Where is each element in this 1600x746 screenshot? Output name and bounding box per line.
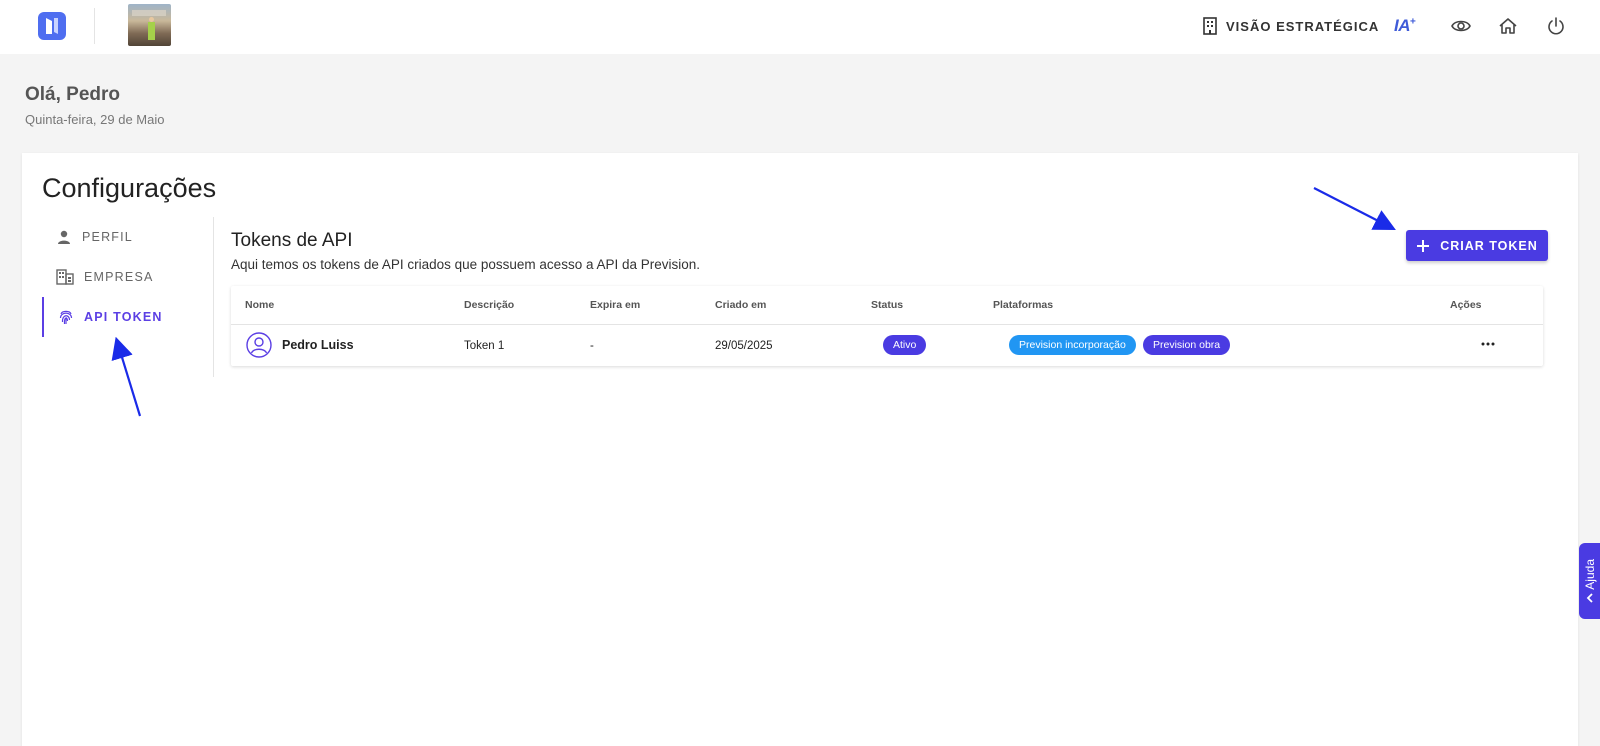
page-title: Configurações — [42, 173, 217, 203]
column-header-expira[interactable]: Expira em — [590, 299, 640, 311]
column-header-criado[interactable]: Criado em — [715, 299, 766, 311]
fingerprint-icon — [59, 310, 73, 325]
divider — [94, 8, 95, 44]
menu-item-label: PERFIL — [82, 230, 133, 244]
settings-side-menu: PERFIL EMPRESA API TOKEN — [42, 217, 214, 377]
help-label: Ajuda — [1582, 558, 1597, 590]
visao-estrategica-label: VISÃO ESTRATÉGICA — [1226, 18, 1380, 34]
platform-chip-incorporacao: Prevision incorporação — [1009, 335, 1136, 355]
token-description: Token 1 — [464, 340, 505, 352]
section-title: Tokens de API — [231, 230, 353, 251]
menu-item-perfil[interactable]: PERFIL — [42, 217, 214, 257]
help-tab[interactable]: Ajuda — [1579, 543, 1600, 619]
menu-item-api-token[interactable]: API TOKEN — [42, 297, 214, 337]
column-header-nome[interactable]: Nome — [245, 299, 274, 311]
ia-label: IA — [1394, 16, 1411, 35]
menu-item-empresa[interactable]: EMPRESA — [42, 257, 214, 297]
app-logo-icon[interactable] — [38, 12, 66, 40]
ia-sup: + — [1410, 16, 1416, 28]
menu-item-label: EMPRESA — [84, 270, 154, 284]
eye-icon[interactable] — [1450, 15, 1472, 37]
building-icon — [1203, 17, 1217, 35]
platform-chip-obra: Prevision obra — [1143, 335, 1231, 355]
visao-estrategica-link[interactable]: VISÃO ESTRATÉGICA — [1202, 17, 1379, 35]
chevron-left-icon — [1586, 593, 1593, 603]
section-subtitle: Aqui temos os tokens de API criados que … — [231, 257, 701, 272]
top-bar: VISÃO ESTRATÉGICA IA+ — [0, 0, 1600, 54]
power-icon[interactable] — [1545, 15, 1567, 37]
table-divider — [231, 324, 1543, 325]
column-header-status[interactable]: Status — [871, 299, 903, 311]
settings-card: Configurações PERFIL EMPRESA API TOKEN T… — [22, 153, 1578, 746]
menu-item-label: API TOKEN — [84, 310, 163, 324]
status-badge: Ativo — [883, 335, 927, 355]
home-icon[interactable] — [1497, 15, 1519, 37]
column-header-plataformas[interactable]: Plataformas — [993, 299, 1053, 311]
column-header-descricao[interactable]: Descrição — [464, 299, 514, 311]
criar-token-label: CRIAR TOKEN — [1440, 238, 1538, 253]
token-expires: - — [590, 340, 594, 352]
more-actions-icon[interactable] — [1479, 339, 1497, 349]
token-created: 29/05/2025 — [715, 340, 773, 352]
project-thumbnail[interactable] — [128, 4, 171, 46]
tokens-table: Nome Descrição Expira em Criado em Statu… — [231, 286, 1543, 366]
criar-token-button[interactable]: CRIAR TOKEN — [1406, 230, 1548, 261]
ia-button[interactable]: IA+ — [1394, 16, 1416, 36]
plus-icon — [1417, 239, 1430, 252]
avatar-icon — [246, 332, 272, 358]
person-icon — [58, 230, 70, 244]
greeting-title: Olá, Pedro — [25, 84, 121, 105]
token-user-name: Pedro Luiss — [282, 338, 354, 352]
column-header-acoes: Ações — [1450, 299, 1482, 311]
greeting-date: Quinta-feira, 29 de Maio — [25, 112, 165, 127]
building-icon — [56, 269, 74, 285]
